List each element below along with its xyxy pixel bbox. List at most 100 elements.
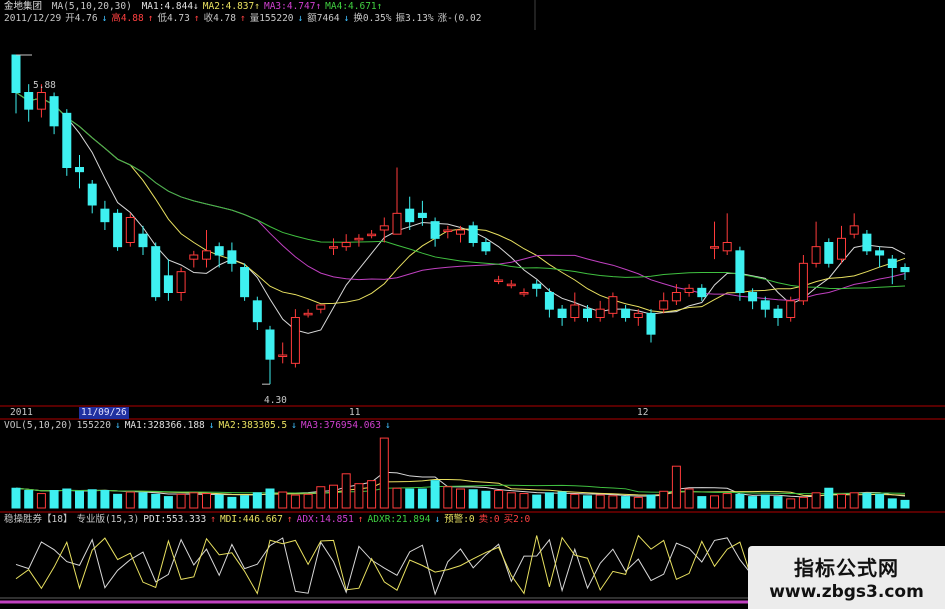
candle-body (252, 300, 262, 323)
volume-bar (697, 496, 707, 509)
candle-body (405, 208, 415, 223)
candle-body (849, 225, 859, 235)
volume-bar (710, 495, 719, 509)
candle-body (786, 300, 796, 319)
volume-field: MA2:383305.5 (218, 420, 288, 431)
ma-value: MA4:4.671↑ (325, 1, 383, 12)
ma-label: MA(5,10,20,30) (51, 1, 132, 12)
ma1-line (15, 92, 906, 334)
candle-body (773, 308, 783, 318)
indicator-field: 买2:0 (503, 514, 531, 525)
volume-bar (760, 494, 770, 509)
candle-body (735, 250, 745, 293)
ma3-line (15, 92, 906, 301)
quote-field: 振3.13% (395, 13, 434, 24)
volume-bar (125, 491, 135, 509)
volume-field: ↓ (384, 420, 391, 431)
candle-body (100, 208, 110, 223)
volume-bar (75, 490, 84, 509)
quote-field: ↑ (147, 13, 154, 24)
volume-field: 155220 (76, 420, 111, 431)
candle-body (595, 308, 605, 318)
candle-body (875, 250, 885, 256)
volume-bar (671, 465, 681, 509)
candle-body (481, 242, 491, 252)
candle-body (329, 246, 338, 249)
indicator-field: ADX:14.851 (296, 514, 354, 525)
volume-bar (824, 487, 834, 509)
volume-bar (151, 493, 161, 509)
volume-field: ↓ (114, 420, 121, 431)
candle-body (544, 292, 554, 310)
candle-body (24, 92, 34, 110)
volume-bar (506, 492, 516, 509)
volume-bar (633, 496, 643, 509)
volume-bar (278, 491, 288, 509)
candle-body (557, 308, 567, 318)
volume-bar (405, 488, 415, 509)
candle-body (303, 312, 313, 316)
volume-bar (392, 487, 402, 509)
quote-field: ↑ (193, 13, 200, 24)
volume-bar (773, 496, 783, 509)
cursor-date[interactable]: 11/09/26 (79, 407, 129, 419)
quote-field: 收4.78 (203, 13, 236, 24)
candle-body (760, 300, 770, 310)
volume-bar (417, 488, 427, 509)
quote-field: ↓ (343, 13, 350, 24)
candle-body (138, 233, 148, 248)
volume-bar (341, 473, 351, 509)
volume-bar (646, 494, 656, 509)
indicator-field: 稳操胜券【18】 (4, 514, 73, 525)
volume-bar (316, 486, 326, 509)
indicator-field: 预警:0 (444, 514, 475, 525)
volume-bar (36, 493, 46, 509)
timeline-month-12: 12 (637, 407, 649, 418)
candle-body (341, 242, 351, 248)
indicator-field: ↑ (286, 514, 293, 525)
quote-field: 高4.88 (111, 13, 144, 24)
volume-bar (252, 492, 262, 509)
stock-name: 金地集团 (4, 1, 43, 12)
candle-body (519, 292, 529, 295)
watermark-url: www.zbgs3.com (769, 582, 924, 602)
candle-body (824, 242, 834, 264)
quote-field: ↓ (297, 13, 304, 24)
candle-body (87, 183, 97, 206)
volume-bar (532, 494, 542, 509)
candle-body (151, 246, 161, 298)
volume-bar (430, 480, 440, 509)
candle-body (265, 329, 275, 360)
volume-bar (176, 493, 186, 509)
volume-bar (684, 488, 694, 509)
quote-field: 开4.76 (65, 13, 98, 24)
quote-field: 2011/12/29 (4, 13, 62, 24)
price-high-label: 5.88 (33, 80, 56, 91)
indicator-header: 稳操胜券【18】 专业版(15,3) PDI:553.333 ↑ MDI:446.667… (4, 514, 534, 526)
volume-bar (113, 493, 123, 509)
volume-bar (811, 492, 821, 509)
volume-bar (798, 496, 808, 509)
candle-body (583, 308, 592, 318)
candle-body (392, 212, 402, 235)
candle-body (278, 354, 288, 357)
volume-bar (837, 493, 846, 509)
watermark-title: 指标公式网 (794, 556, 899, 580)
candle-body (354, 237, 364, 241)
volume-bar (49, 490, 59, 509)
candle-body (837, 237, 846, 260)
volume-bar (354, 483, 364, 509)
candle-body (417, 212, 427, 218)
candle-body (887, 258, 897, 268)
candle-body (798, 262, 808, 302)
candle-body (62, 112, 72, 169)
candle-body (608, 296, 618, 314)
ma-values: MA1:4.844↓ MA2:4.837↑ MA3:4.747↑ MA4:4.671↑ (142, 1, 387, 12)
candle-body (646, 312, 656, 335)
candle-body (214, 246, 224, 256)
candle-body (163, 275, 173, 294)
volume-bar (214, 494, 224, 509)
candle-body (202, 250, 211, 260)
volume-bar (900, 499, 910, 509)
volume-bar (87, 489, 97, 509)
